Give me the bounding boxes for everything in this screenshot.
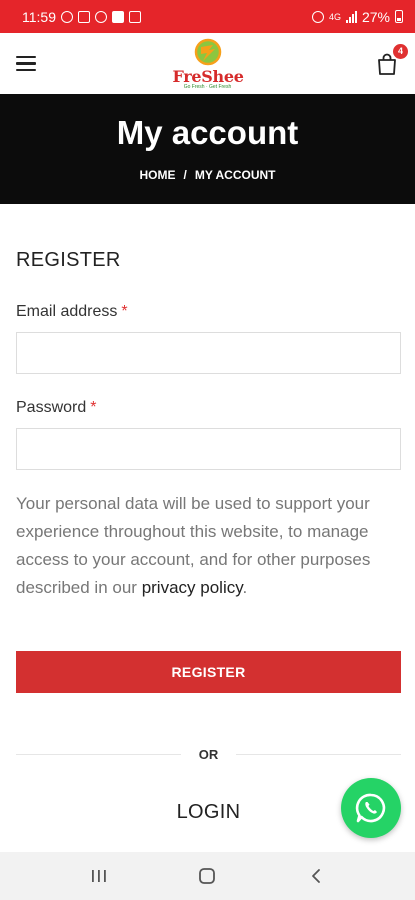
- email-label: Email address *: [16, 303, 128, 321]
- status-time: 11:59: [22, 8, 56, 25]
- back-button[interactable]: [296, 861, 336, 891]
- breadcrumb: HOME / MY ACCOUNT: [0, 168, 415, 182]
- password-label-text: Password: [16, 399, 87, 416]
- instagram-notification-icon: [95, 10, 107, 23]
- hamburger-icon[interactable]: [16, 55, 36, 72]
- required-mark: *: [90, 399, 97, 416]
- cart-count-badge: 4: [393, 43, 408, 59]
- alarm-icon: [311, 10, 324, 23]
- logo-mark-icon: [194, 38, 221, 66]
- page-title-banner: My account HOME / MY ACCOUNT: [0, 94, 415, 204]
- whatsapp-notification-icon: [61, 10, 73, 23]
- site-header: FreShee Go Fresh · Get Fresh 4: [0, 33, 415, 94]
- breadcrumb-home-link[interactable]: HOME: [139, 168, 175, 182]
- whatsapp-icon: [355, 793, 386, 823]
- status-bar: 11:59 4G 27%: [0, 0, 415, 33]
- logo-tagline: Go Fresh · Get Fresh: [183, 84, 232, 90]
- or-divider: OR: [16, 744, 401, 764]
- cart-button[interactable]: 4: [375, 43, 408, 76]
- home-button[interactable]: [187, 861, 227, 891]
- system-navigation-bar: [0, 852, 415, 900]
- status-bar-right: 4G 27%: [311, 8, 403, 25]
- register-heading: REGISTER: [16, 249, 121, 271]
- network-type-icon: 4G: [328, 11, 341, 22]
- app-notification-icon: [78, 10, 90, 23]
- register-button[interactable]: REGISTER: [16, 651, 401, 693]
- page-title: My account: [116, 114, 299, 151]
- divider-label: OR: [198, 746, 219, 762]
- recent-apps-button[interactable]: [79, 861, 119, 891]
- privacy-period: .: [242, 578, 248, 597]
- home-icon: [199, 868, 216, 884]
- back-icon: [311, 869, 320, 883]
- password-field[interactable]: [16, 428, 401, 470]
- privacy-notice: Your personal data will be used to suppo…: [16, 490, 401, 602]
- password-label: Password *: [16, 399, 96, 417]
- email-field[interactable]: [16, 332, 401, 374]
- battery-percentage: 27%: [361, 8, 390, 25]
- privacy-policy-link[interactable]: privacy policy: [142, 578, 243, 597]
- signal-icon: [345, 10, 357, 23]
- email-label-text: Email address: [16, 303, 118, 320]
- folder-notification-icon: [112, 10, 124, 23]
- battery-icon: [395, 10, 403, 23]
- whatsapp-chat-button[interactable]: [341, 778, 401, 838]
- required-mark: *: [121, 303, 128, 320]
- divider-line: [16, 753, 181, 755]
- breadcrumb-current: MY ACCOUNT: [194, 168, 276, 182]
- site-logo[interactable]: FreShee Go Fresh · Get Fresh: [173, 37, 244, 91]
- breadcrumb-separator: /: [183, 168, 187, 182]
- status-bar-left: 11:59: [22, 9, 141, 25]
- divider-line: [236, 753, 401, 755]
- image-notification-icon: [129, 10, 141, 23]
- recent-apps-icon: [92, 870, 106, 882]
